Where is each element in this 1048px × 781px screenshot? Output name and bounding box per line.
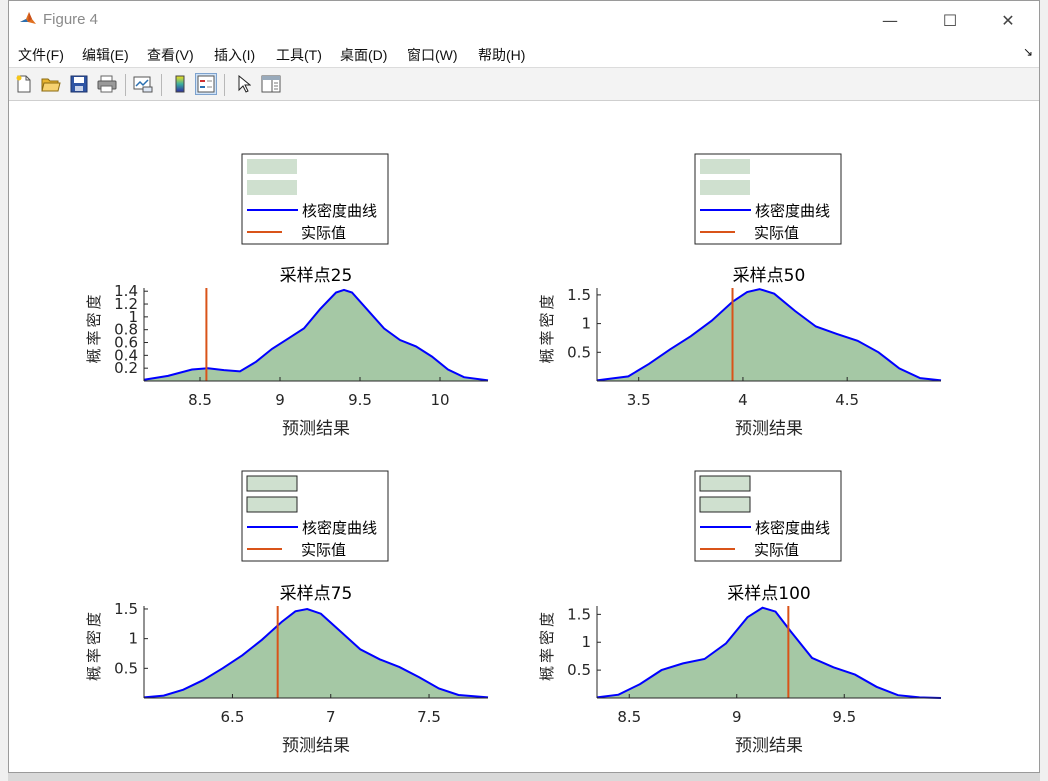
x-tick-label: 4.5 — [835, 391, 859, 409]
colorbar-icon[interactable] — [169, 73, 191, 95]
y-axis-label: 概率密度 — [85, 609, 103, 681]
menu-help[interactable]: 帮助(H) — [478, 45, 525, 65]
y-tick-label: 1 — [581, 633, 591, 651]
legend-patch — [699, 496, 751, 513]
y-tick-label: 0.5 — [567, 343, 591, 361]
menu-desktop[interactable]: 桌面(D) — [340, 45, 387, 65]
minimize-button[interactable]: — — [867, 1, 913, 39]
title-bar[interactable]: Figure 4 — ☐ ✕ — [9, 1, 1039, 39]
figure-window: Figure 4 — ☐ ✕ 文件(F) 编辑(E) 查看(V) 插入(I) 工… — [8, 0, 1040, 773]
legend-box: 核密度曲线实际值 — [694, 153, 842, 245]
x-tick-label: 7.5 — [417, 708, 441, 726]
toolbar-separator — [224, 74, 225, 96]
figure-canvas: 8.5 9 9.5 10 0.2 0.4 0.6 0.8 1 1.2 1.4 采样点25 预测结果 概率密… — [9, 101, 1039, 772]
legend-box: 核密度曲线实际值 — [241, 470, 389, 562]
legend-actual-label: 实际值 — [301, 541, 346, 559]
window-title: Figure 4 — [43, 11, 99, 28]
x-tick-label: 9 — [732, 708, 742, 726]
y-tick-label: 0.5 — [567, 661, 591, 679]
x-axis-label: 预测结果 — [282, 736, 350, 756]
legend-patch — [247, 180, 297, 195]
y-tick-label: 1.5 — [114, 600, 138, 618]
subplot-title: 采样点75 — [280, 584, 353, 604]
x-tick-label: 10 — [430, 391, 449, 409]
y-tick-label: 1 — [128, 630, 138, 648]
save-icon[interactable] — [68, 73, 90, 95]
y-tick-label: 1.4 — [114, 282, 138, 300]
density-area — [597, 607, 941, 698]
subplot-4: 8.5 9 9.5 0.5 1 1.5 采样点100 预测结果 概率密度 核密度曲线实际值 — [538, 470, 942, 756]
legend-patch — [700, 180, 750, 195]
legend-actual-label: 实际值 — [754, 541, 799, 559]
desktop-background-right — [1040, 0, 1048, 781]
dock-arrow-icon[interactable]: ↘ — [1023, 45, 1033, 59]
subplot-2: 3.5 4 4.5 0.5 1 1.5 采样点50 预测结果 概率密度 核密度曲线实际值 — [538, 153, 942, 439]
link-plot-icon[interactable] — [132, 73, 154, 95]
maximize-icon: ☐ — [942, 10, 958, 30]
new-figure-icon[interactable] — [13, 73, 35, 95]
x-tick-label: 9.5 — [832, 708, 856, 726]
menu-edit[interactable]: 编辑(E) — [82, 45, 129, 65]
legend-kde-label: 核密度曲线 — [302, 202, 377, 220]
menu-window[interactable]: 窗口(W) — [407, 45, 458, 65]
legend-patch — [700, 159, 750, 174]
maximize-button[interactable]: ☐ — [927, 1, 973, 39]
legend-kde-label: 核密度曲线 — [755, 202, 830, 220]
subplot-title: 采样点100 — [727, 584, 810, 604]
x-tick-label: 6.5 — [221, 708, 245, 726]
legend-actual-label: 实际值 — [301, 224, 346, 242]
toolbar-separator — [161, 74, 162, 96]
legend-patch — [247, 159, 297, 174]
legend-patch — [246, 475, 298, 492]
subplot-1: 8.5 9 9.5 100.20.40.60.811.21.4采样点25预测结果概率密… — [85, 153, 489, 439]
legend-patch — [699, 475, 751, 492]
subplots-svg: 8.5 9 9.5 100.20.40.60.811.21.4采样点25预测结果概率密… — [85, 153, 942, 756]
x-tick-label: 4 — [738, 391, 748, 409]
pointer-icon[interactable] — [233, 73, 255, 95]
legend-icon[interactable] — [195, 73, 217, 95]
menu-insert[interactable]: 插入(I) — [214, 45, 255, 65]
toolbar-separator — [125, 74, 126, 96]
x-tick-label: 7 — [326, 708, 336, 726]
x-tick-label: 8.5 — [617, 708, 641, 726]
legend-kde-label: 核密度曲线 — [755, 519, 830, 537]
y-tick-label: 1.5 — [567, 605, 591, 623]
subplot-title: 采样点50 — [733, 266, 806, 286]
subplot-title: 采样点25 — [280, 266, 353, 286]
y-tick-label: 0.5 — [114, 659, 138, 677]
x-tick-label: 8.5 — [188, 391, 212, 409]
legend-box: 核密度曲线实际值 — [241, 153, 389, 245]
legend-patch — [246, 496, 298, 513]
close-icon: ✕ — [1001, 10, 1015, 30]
legend-actual-label: 实际值 — [754, 224, 799, 242]
x-tick-label: 9.5 — [348, 391, 372, 409]
property-inspector-icon[interactable] — [260, 73, 282, 95]
minimize-icon: — — [882, 10, 898, 30]
y-axis-label: 概率密度 — [538, 291, 556, 363]
y-axis-label: 概率密度 — [85, 291, 103, 363]
legend-box: 核密度曲线实际值 — [694, 470, 842, 562]
menu-view[interactable]: 查看(V) — [147, 45, 194, 65]
menu-file[interactable]: 文件(F) — [18, 45, 64, 65]
x-tick-label: 3.5 — [627, 391, 651, 409]
density-area — [144, 289, 488, 381]
y-tick-label: 1.5 — [567, 286, 591, 304]
print-icon[interactable] — [96, 73, 118, 95]
subplot-3: 6.5 7 7.5 0.5 1 1.5 采样点75 预测结果 概率密度 核密度曲线实际值 — [85, 470, 489, 756]
desktop-background-left — [0, 0, 8, 781]
y-axis-label: 概率密度 — [538, 609, 556, 681]
matlab-logo-icon — [20, 12, 36, 24]
toolbar — [9, 67, 1039, 101]
menu-tools[interactable]: 工具(T) — [276, 45, 322, 65]
density-area — [597, 289, 941, 381]
x-tick-label: 9 — [275, 391, 285, 409]
close-button[interactable]: ✕ — [985, 1, 1031, 39]
menu-bar: 文件(F) 编辑(E) 查看(V) 插入(I) 工具(T) 桌面(D) 窗口(W… — [9, 39, 1039, 67]
x-axis-label: 预测结果 — [735, 736, 803, 756]
y-tick-label: 1 — [581, 315, 591, 333]
open-file-icon[interactable] — [40, 73, 62, 95]
x-axis-label: 预测结果 — [735, 419, 803, 439]
x-axis-label: 预测结果 — [282, 419, 350, 439]
legend-kde-label: 核密度曲线 — [302, 519, 377, 537]
